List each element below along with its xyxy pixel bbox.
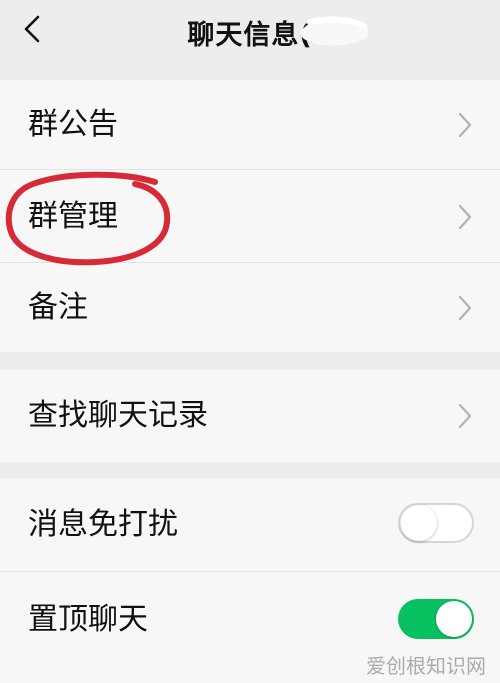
nav-bar: 聊天信息(: [0, 0, 500, 60]
toggle-knob: [401, 505, 437, 541]
row-search-chat-history[interactable]: 查找聊天记录: [0, 370, 500, 462]
settings-group-1: 群公告 群管理 备注: [0, 80, 500, 352]
row-mute-notifications[interactable]: 消息免打扰: [0, 478, 500, 572]
row-label: 备注: [28, 290, 88, 325]
chevron-right-icon: [458, 112, 472, 138]
settings-group-2: 查找聊天记录: [0, 370, 500, 462]
chevron-right-icon: [458, 204, 472, 230]
watermark: 爱创根知识网: [366, 654, 486, 678]
chevron-right-icon: [458, 403, 472, 429]
toggle-knob: [436, 601, 472, 637]
mute-toggle[interactable]: [398, 503, 474, 543]
row-label: 置顶聊天: [28, 602, 148, 637]
row-label: 查找聊天记录: [28, 398, 208, 433]
row-group-announcement[interactable]: 群公告: [0, 80, 500, 170]
page-title: 聊天信息(: [187, 20, 313, 51]
pin-toggle[interactable]: [398, 599, 474, 639]
redaction-smudge: [300, 16, 369, 46]
row-remark[interactable]: 备注: [0, 263, 500, 352]
row-group-management[interactable]: 群管理: [0, 170, 500, 263]
chevron-right-icon: [458, 295, 472, 321]
row-label: 群公告: [28, 107, 118, 142]
row-label: 群管理: [28, 199, 118, 234]
row-label: 消息免打扰: [28, 507, 178, 542]
